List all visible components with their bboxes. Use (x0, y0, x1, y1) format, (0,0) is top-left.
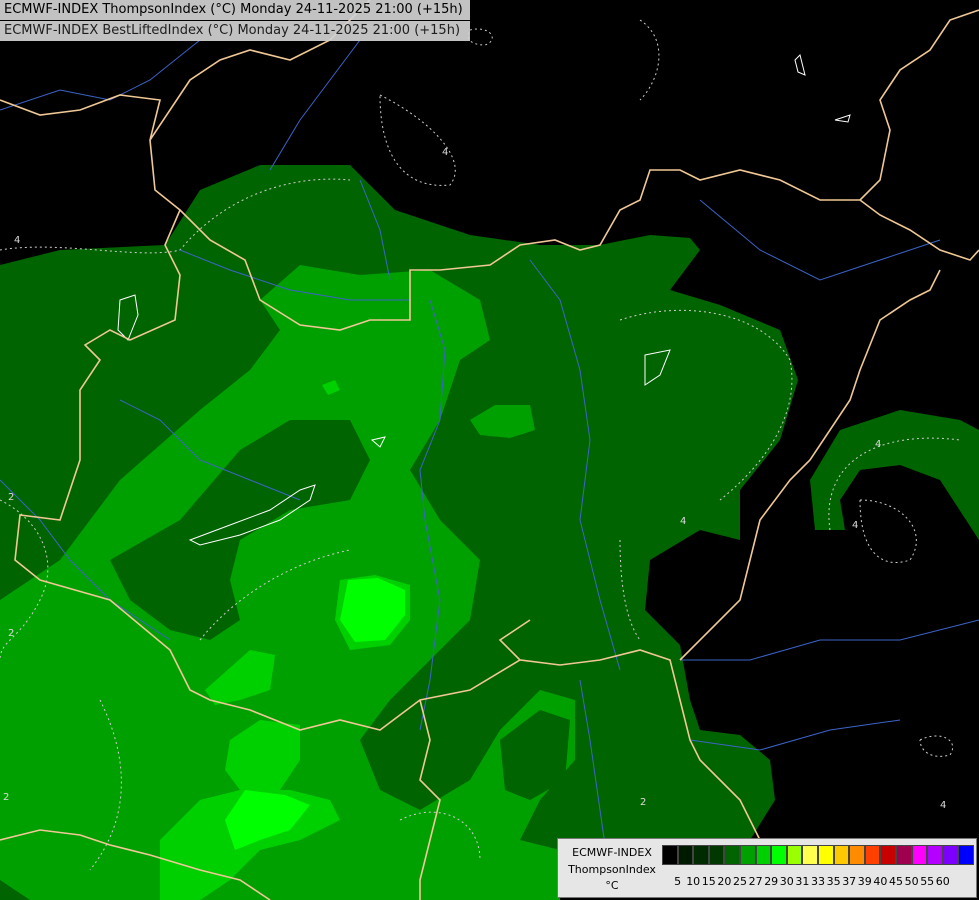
legend-tick-label: 5 (674, 875, 682, 888)
legend-source: ECMWF-INDEX (572, 846, 652, 859)
legend-swatch (864, 845, 881, 865)
legend-swatch (958, 845, 974, 865)
legend-swatch (927, 845, 943, 865)
legend-tick-label: 37 (842, 875, 857, 888)
contour-label: 2 (8, 628, 14, 639)
contour-label: 4 (875, 439, 881, 450)
legend-swatch (880, 845, 896, 865)
legend-tick-label: 25 (733, 875, 747, 888)
legend-tick-label: 20 (717, 875, 732, 888)
legend-swatch (771, 845, 787, 865)
legend-tick-label: 50 (904, 875, 919, 888)
contour-label: 4 (940, 800, 946, 811)
legend-tick-label: 15 (701, 875, 716, 888)
legend-parameter: ThompsonIndex (568, 863, 656, 876)
map-title-best-lifted-index: ECMWF-INDEX BestLiftedIndex (°C) Monday … (0, 21, 470, 41)
legend-tick-label: 30 (779, 875, 794, 888)
legend-tick-label: 10 (686, 875, 701, 888)
legend-swatch (849, 845, 865, 865)
contour-label: 2 (3, 792, 9, 803)
legend-tick-label: 55 (920, 875, 935, 888)
contour-label: 2 (8, 492, 14, 503)
legend-swatch (802, 845, 818, 865)
contour-label: 4 (442, 147, 448, 158)
contour-label: 4 (680, 516, 686, 527)
legend-swatch (724, 845, 740, 865)
legend-tick-label: 60 (935, 875, 950, 888)
legend-color-scale (662, 845, 974, 867)
map-title-thompson-index: ECMWF-INDEX ThompsonIndex (°C) Monday 24… (0, 0, 470, 20)
legend-tick-label: 35 (826, 875, 841, 888)
legend-swatch (755, 845, 772, 865)
contour-label: 4 (14, 235, 20, 246)
legend-tick-label: 45 (889, 875, 903, 888)
contour-label: 4 (852, 520, 858, 531)
legend-tick-labels: 5 10 15 20 25 27 29 30 31 33 35 37 39 40 45 50 55 60 (662, 875, 974, 891)
color-legend: ECMWF-INDEX ThompsonIndex °C 5 10 15 20 25 27… (557, 838, 977, 898)
legend-swatch (739, 845, 756, 865)
legend-swatch (942, 845, 959, 865)
legend-tick-label: 39 (857, 875, 872, 888)
legend-tick-label: 27 (748, 875, 763, 888)
legend-swatch (662, 845, 678, 865)
contour-label: 2 (640, 797, 646, 808)
weather-map: 4 4 4 4 4 2 2 2 2 4 (0, 0, 979, 900)
legend-swatch (911, 845, 928, 865)
legend-tick-label: 29 (764, 875, 779, 888)
legend-swatch (817, 845, 834, 865)
legend-swatch (708, 845, 725, 865)
legend-swatch (677, 845, 694, 865)
legend-tick-label: 40 (873, 875, 888, 888)
legend-swatch (693, 845, 709, 865)
legend-tick-label: 31 (795, 875, 810, 888)
legend-swatch (895, 845, 912, 865)
legend-swatch (833, 845, 850, 865)
legend-tick-label: 33 (811, 875, 825, 888)
legend-unit: °C (605, 879, 619, 892)
legend-swatch (786, 845, 803, 865)
